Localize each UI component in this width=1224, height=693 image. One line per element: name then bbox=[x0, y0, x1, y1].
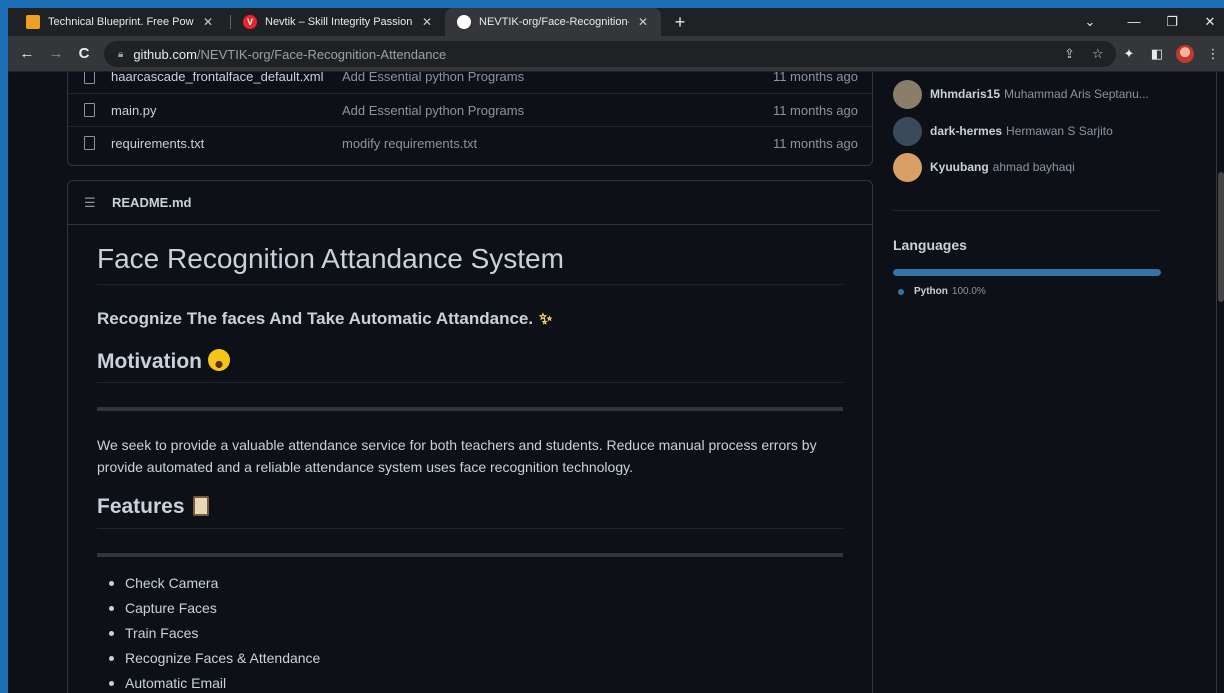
readme-filename[interactable]: README.md bbox=[112, 195, 191, 210]
avatar[interactable] bbox=[893, 116, 922, 146]
readme-box: ☰ README.md Face Recognition Attandance … bbox=[67, 180, 873, 693]
commit-date: 11 months ago bbox=[772, 102, 858, 118]
motivation-heading-text: Motivation bbox=[97, 350, 202, 373]
readme-header: ☰ README.md bbox=[68, 181, 872, 225]
language-bar-fill-python bbox=[893, 269, 1161, 276]
repo-sidebar: Mhmdaris15 Muhammad Aris Septanu... dark… bbox=[893, 72, 1163, 693]
languages-heading: Languages bbox=[893, 237, 967, 253]
back-icon[interactable]: ← bbox=[17, 44, 37, 64]
file-row[interactable]: main.py Add Essential python Programs 11… bbox=[68, 93, 872, 126]
language-bar bbox=[893, 269, 1161, 276]
lock-icon: 🔒︎ bbox=[118, 48, 124, 60]
list-item: Automatic Email bbox=[109, 675, 320, 693]
contributor-item[interactable]: Kyuubang ahmad bayhaqi bbox=[893, 152, 1075, 182]
file-icon bbox=[84, 103, 95, 117]
url-host: github.com bbox=[133, 46, 197, 62]
extensions-icon[interactable]: ✦ bbox=[1120, 45, 1138, 63]
list-item: Train Faces bbox=[109, 625, 320, 650]
divider bbox=[97, 553, 843, 557]
features-heading-text: Features bbox=[97, 495, 185, 518]
language-name: Python bbox=[914, 286, 948, 297]
tab-title: NEVTIK-org/Face-Recognition-At bbox=[479, 16, 629, 28]
file-icon bbox=[84, 72, 95, 84]
contributor-login[interactable]: Mhmdaris15 bbox=[930, 87, 1000, 101]
contributor-name: ahmad bayhaqi bbox=[992, 160, 1075, 174]
file-name[interactable]: haarcascade_frontalface_default.xml bbox=[111, 72, 323, 84]
divider bbox=[893, 210, 1161, 211]
file-list: haarcascade_frontalface_default.xml Add … bbox=[67, 72, 873, 166]
new-tab-icon[interactable]: + bbox=[669, 11, 691, 33]
close-icon[interactable]: ✕ bbox=[200, 15, 216, 29]
list-item: Check Camera bbox=[109, 575, 320, 600]
profile-avatar[interactable] bbox=[1176, 45, 1194, 63]
list-item: Recognize Faces & Attendance bbox=[109, 650, 320, 675]
clipboard-icon bbox=[192, 496, 209, 516]
url-path: /NEVTIK-org/Face-Recognition-Attendance bbox=[196, 46, 447, 62]
file-name[interactable]: requirements.txt bbox=[111, 136, 204, 151]
sparkles-icon: ✨︎ bbox=[539, 311, 553, 328]
share-icon[interactable]: ⇪ bbox=[1064, 46, 1075, 62]
reload-icon[interactable]: C bbox=[74, 44, 94, 64]
avatar[interactable] bbox=[893, 79, 922, 109]
list-icon[interactable]: ☰ bbox=[84, 195, 98, 211]
commit-date: 11 months ago bbox=[772, 135, 858, 151]
contributor-login[interactable]: dark-hermes bbox=[930, 124, 1002, 138]
browser-toolbar: ← → C 🔒︎ github.com/NEVTIK-org/Face-Reco… bbox=[8, 36, 1224, 72]
tab-github-repo[interactable]: NEVTIK-org/Face-Recognition-At ✕ bbox=[445, 8, 661, 36]
tab-strip: Technical Blueprint. Free PowerPo ✕ V Ne… bbox=[8, 8, 1224, 36]
contributor-name: Muhammad Aris Septanu... bbox=[1004, 87, 1149, 101]
file-row[interactable]: haarcascade_frontalface_default.xml Add … bbox=[68, 72, 872, 93]
tab-technical-blueprint[interactable]: Technical Blueprint. Free PowerPo ✕ bbox=[14, 8, 226, 36]
browser-window: Technical Blueprint. Free PowerPo ✕ V Ne… bbox=[8, 8, 1224, 693]
subtitle-text: Recognize The faces And Take Automatic A… bbox=[97, 309, 534, 328]
language-color-dot bbox=[898, 288, 904, 295]
scrollbar[interactable] bbox=[1218, 172, 1224, 302]
avatar[interactable] bbox=[893, 152, 922, 182]
tab-search-icon[interactable]: ⌄ bbox=[1068, 8, 1112, 36]
address-bar[interactable]: 🔒︎ github.com/NEVTIK-org/Face-Recognitio… bbox=[104, 41, 1116, 67]
forward-icon[interactable]: → bbox=[46, 44, 66, 64]
language-item[interactable]: Python 100.0% bbox=[898, 286, 986, 297]
features-list: Check Camera Capture Faces Train Faces R… bbox=[109, 575, 320, 693]
menu-icon[interactable]: ⋮ bbox=[1204, 45, 1222, 63]
contributor-login[interactable]: Kyuubang bbox=[930, 160, 989, 174]
commit-message[interactable]: Add Essential python Programs bbox=[342, 103, 524, 118]
bookmark-star-icon[interactable]: ☆ bbox=[1092, 46, 1104, 62]
close-icon[interactable]: ✕ bbox=[635, 15, 651, 29]
commit-date: 11 months ago bbox=[772, 72, 858, 84]
language-percent: 100.0% bbox=[951, 286, 986, 297]
github-favicon-icon bbox=[457, 15, 471, 29]
nevtik-favicon-icon: V bbox=[243, 15, 257, 29]
motivation-text: We seek to provide a valuable attendance… bbox=[97, 437, 817, 475]
contributor-item[interactable]: Mhmdaris15 Muhammad Aris Septanu... bbox=[893, 79, 1149, 109]
file-row[interactable]: requirements.txt modify requirements.txt… bbox=[68, 126, 872, 159]
file-icon bbox=[84, 136, 95, 150]
github-page: haarcascade_frontalface_default.xml Add … bbox=[8, 72, 1224, 693]
commit-message[interactable]: modify requirements.txt bbox=[342, 136, 477, 151]
contributor-name: Hermawan S Sarjito bbox=[1006, 124, 1113, 138]
side-panel-icon[interactable]: ◧ bbox=[1148, 45, 1166, 63]
divider bbox=[97, 407, 843, 411]
astonished-face-icon bbox=[208, 349, 230, 371]
window-close-icon[interactable]: ✕ bbox=[1188, 8, 1224, 36]
features-heading: Features bbox=[97, 495, 843, 529]
readme-title: Face Recognition Attandance System bbox=[97, 243, 843, 285]
motivation-heading: Motivation bbox=[97, 349, 843, 383]
close-icon[interactable]: ✕ bbox=[419, 15, 435, 29]
tab-nevtik[interactable]: V Nevtik – Skill Integrity Passion ✕ bbox=[231, 8, 445, 36]
readme-subtitle: Recognize The faces And Take Automatic A… bbox=[97, 309, 552, 329]
commit-message[interactable]: Add Essential python Programs bbox=[342, 72, 524, 84]
slides-favicon-icon bbox=[26, 15, 40, 29]
tab-title: Technical Blueprint. Free PowerPo bbox=[48, 16, 194, 28]
list-item: Capture Faces bbox=[109, 600, 320, 625]
page-edge bbox=[1216, 72, 1217, 693]
file-name[interactable]: main.py bbox=[111, 103, 157, 118]
contributor-item[interactable]: dark-hermes Hermawan S Sarjito bbox=[893, 116, 1113, 146]
tab-title: Nevtik – Skill Integrity Passion bbox=[265, 16, 413, 28]
